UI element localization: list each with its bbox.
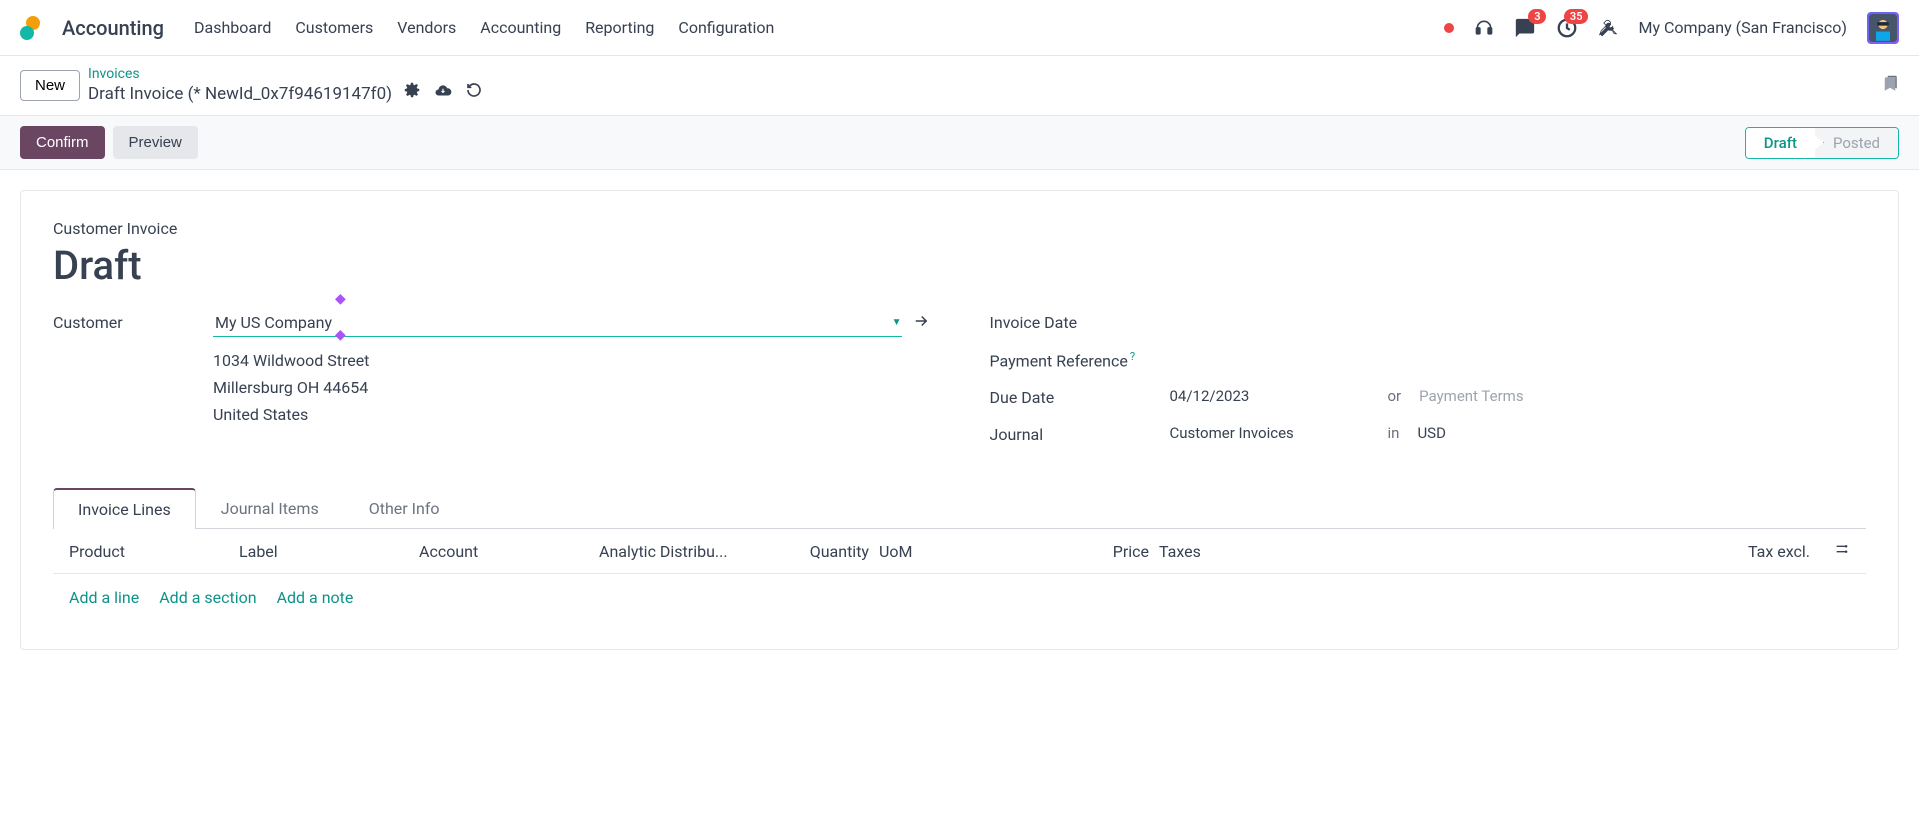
cloud-save-icon[interactable] (434, 82, 452, 105)
app-logo[interactable] (20, 16, 44, 40)
status-indicator-icon (1444, 23, 1454, 33)
col-uom[interactable]: UoM (869, 542, 1069, 561)
tab-journal-items[interactable]: Journal Items (196, 488, 344, 528)
nav-customers[interactable]: Customers (295, 18, 373, 37)
call-icon[interactable] (1474, 18, 1494, 38)
messages-icon[interactable]: 3 (1514, 17, 1536, 39)
nav-dashboard[interactable]: Dashboard (194, 18, 271, 37)
address-street: 1034 Wildwood Street (213, 347, 930, 374)
help-icon[interactable]: ? (1130, 350, 1135, 363)
currency-input[interactable]: USD (1417, 424, 1445, 442)
col-analytic[interactable]: Analytic Distribu... (599, 542, 769, 561)
nav-vendors[interactable]: Vendors (397, 18, 456, 37)
new-button[interactable]: New (20, 70, 80, 101)
status-posted[interactable]: Posted (1815, 128, 1898, 158)
in-text: in (1388, 424, 1400, 442)
col-taxes[interactable]: Taxes (1149, 542, 1249, 561)
journal-input[interactable]: Customer Invoices (1170, 424, 1370, 442)
due-date-input[interactable]: 04/12/2023 (1170, 387, 1370, 405)
invoice-date-label: Invoice Date (990, 309, 1170, 332)
bookmark-icon[interactable] (1881, 73, 1899, 99)
diamond-icon: ◆ (335, 291, 346, 307)
add-line-link[interactable]: Add a line (69, 588, 139, 607)
payment-reference-label: Payment Reference? (990, 346, 1170, 370)
discard-icon[interactable] (466, 82, 482, 105)
add-section-link[interactable]: Add a section (159, 588, 256, 607)
journal-label: Journal (990, 421, 1170, 444)
activities-icon[interactable]: 35 (1556, 17, 1578, 39)
column-settings-icon[interactable] (1810, 541, 1850, 561)
col-tax-excl[interactable]: Tax excl. (1249, 542, 1810, 561)
customer-label: Customer (53, 309, 213, 332)
col-account[interactable]: Account (419, 542, 599, 561)
preview-button[interactable]: Preview (113, 126, 198, 159)
dropdown-caret-icon[interactable]: ▼ (892, 317, 902, 328)
diamond-icon: ◆ (335, 327, 346, 343)
app-title[interactable]: Accounting (62, 16, 164, 40)
col-price[interactable]: Price (1069, 542, 1149, 561)
col-label[interactable]: Label (239, 542, 419, 561)
confirm-button[interactable]: Confirm (20, 126, 105, 159)
address-city: Millersburg OH 44654 (213, 374, 930, 401)
col-quantity[interactable]: Quantity (769, 542, 869, 561)
activities-badge: 35 (1564, 9, 1589, 24)
breadcrumb-current: Draft Invoice (* NewId_0x7f94619147f0) (88, 84, 392, 104)
document-title: Draft (53, 242, 1866, 289)
document-type: Customer Invoice (53, 219, 1866, 238)
company-selector[interactable]: My Company (San Francisco) (1638, 18, 1847, 37)
customer-input[interactable]: My US Company (213, 309, 902, 337)
user-avatar[interactable] (1867, 12, 1899, 44)
add-note-link[interactable]: Add a note (277, 588, 354, 607)
or-text: or (1388, 387, 1402, 405)
payment-terms-input[interactable]: Payment Terms (1419, 387, 1523, 405)
tab-other-info[interactable]: Other Info (344, 488, 465, 528)
gear-icon[interactable] (404, 82, 420, 105)
nav-accounting[interactable]: Accounting (480, 18, 561, 37)
messages-badge: 3 (1528, 9, 1546, 24)
nav-reporting[interactable]: Reporting (585, 18, 654, 37)
nav-configuration[interactable]: Configuration (678, 18, 774, 37)
address-country: United States (213, 401, 930, 428)
status-bar: Draft Posted (1745, 127, 1899, 159)
tab-invoice-lines[interactable]: Invoice Lines (53, 488, 196, 529)
tools-icon[interactable] (1598, 18, 1618, 38)
status-draft[interactable]: Draft (1746, 128, 1815, 158)
open-record-icon[interactable] (912, 312, 930, 334)
col-product[interactable]: Product (69, 542, 239, 561)
due-date-label: Due Date (990, 384, 1170, 407)
breadcrumb-parent[interactable]: Invoices (88, 66, 482, 82)
